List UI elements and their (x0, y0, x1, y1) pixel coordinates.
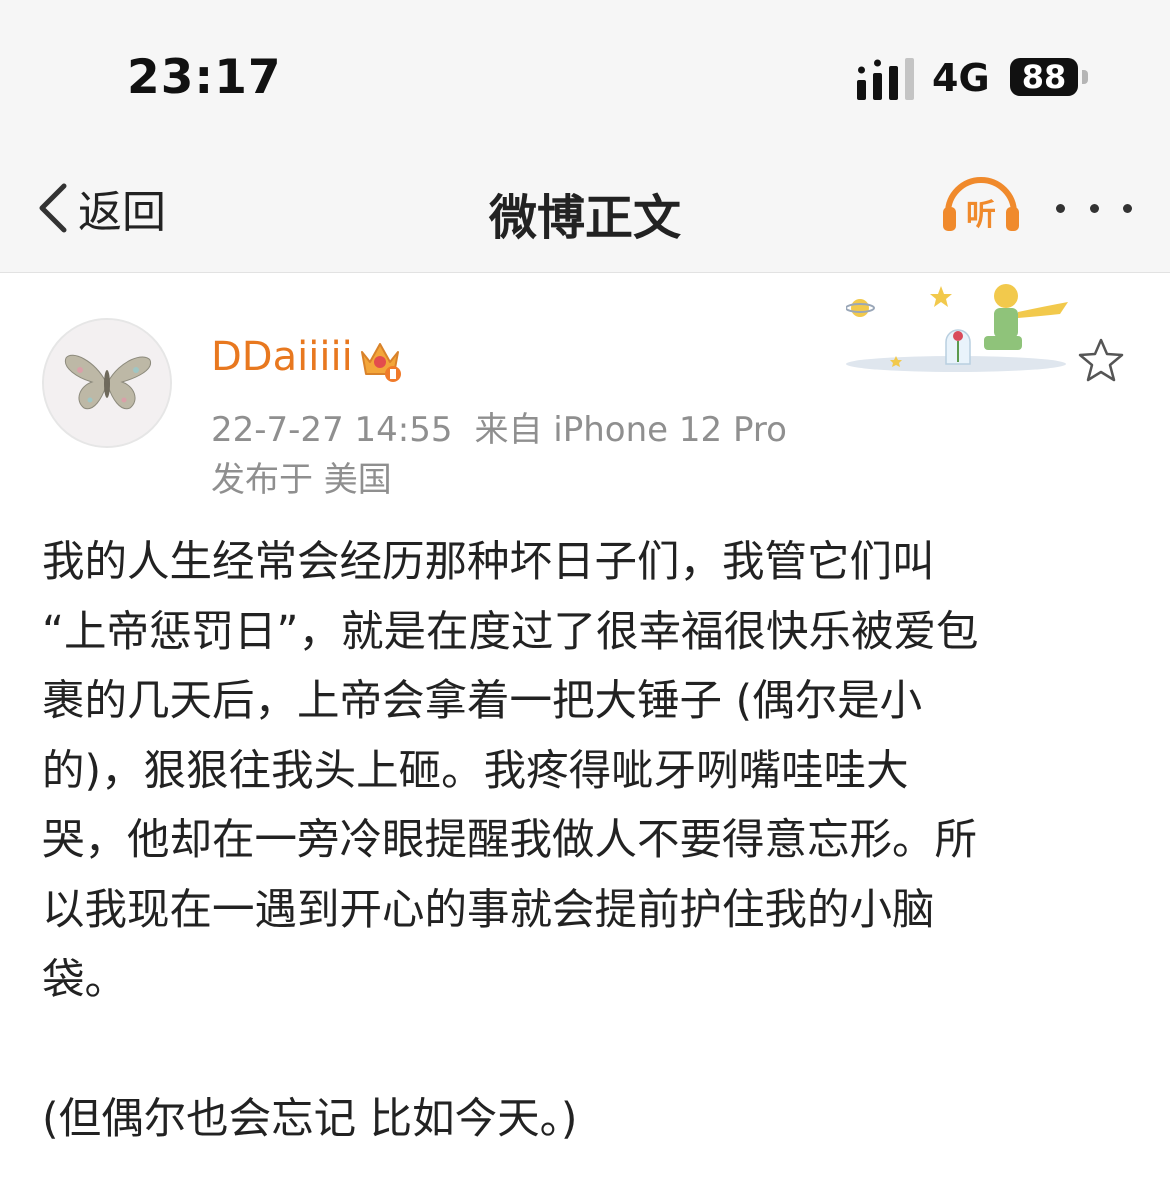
little-prince-decoration (846, 284, 1068, 372)
back-label: 返回 (78, 187, 166, 238)
battery-indicator: 88 (1010, 58, 1078, 96)
more-icon-dot (1089, 203, 1099, 213)
post-meta: 22-7-27 14:55 来自 iPhone 12 Pro (211, 402, 787, 451)
listen-headphones-icon[interactable]: 听 (940, 173, 1022, 235)
post-line: “上帝惩罚日”，就是在度过了很幸福很快乐被爱包 (42, 607, 979, 657)
post-line: 以我现在一遇到开心的事就会提前护住我的小脑 (42, 885, 935, 935)
post-line: (但偶尔也会忘记 比如今天。) (42, 1094, 578, 1144)
more-icon-dot (1123, 203, 1132, 213)
top-bar: 23:17 4G 88 返回 微博正文 听 (0, 0, 1170, 273)
vip-crown-icon (361, 343, 401, 382)
more-icon (1056, 203, 1065, 213)
network-type: 4G (932, 56, 990, 100)
butterfly-avatar (44, 320, 170, 446)
post-location: 发布于 美国 (211, 460, 392, 500)
post-source: 来自 iPhone 12 Pro (474, 410, 787, 450)
listen-label: 听 (966, 198, 996, 233)
post-line: 的)，狠狠往我头上砸。我疼得呲牙咧嘴哇哇大 (42, 746, 909, 796)
post-line: 袋。 (42, 955, 128, 1005)
post-line: 哭，他却在一旁冷眼提醒我做人不要得意忘形。所 (42, 816, 978, 866)
back-button[interactable]: 返回 (34, 178, 166, 238)
star-icon[interactable] (1076, 336, 1126, 386)
battery-tip (1082, 70, 1088, 84)
signal-icon (857, 58, 914, 100)
back-chevron-icon (39, 183, 67, 233)
post-text: 我的人生经常会经历那种坏日子们，我管它们叫 “上帝惩罚日”，就是在度过了很幸福很… (42, 528, 1132, 1154)
post-line: 裹的几天后，上帝会拿着一把大锤子 (偶尔是小 (42, 677, 923, 727)
more-button[interactable] (1056, 196, 1132, 220)
post-timestamp: 22-7-27 14:55 (211, 410, 453, 450)
username[interactable]: DDaiiiii (211, 334, 353, 380)
avatar[interactable] (42, 318, 172, 448)
status-time: 23:17 (127, 50, 282, 105)
post-line: 我的人生经常会经历那种坏日子们，我管它们叫 (42, 538, 935, 587)
